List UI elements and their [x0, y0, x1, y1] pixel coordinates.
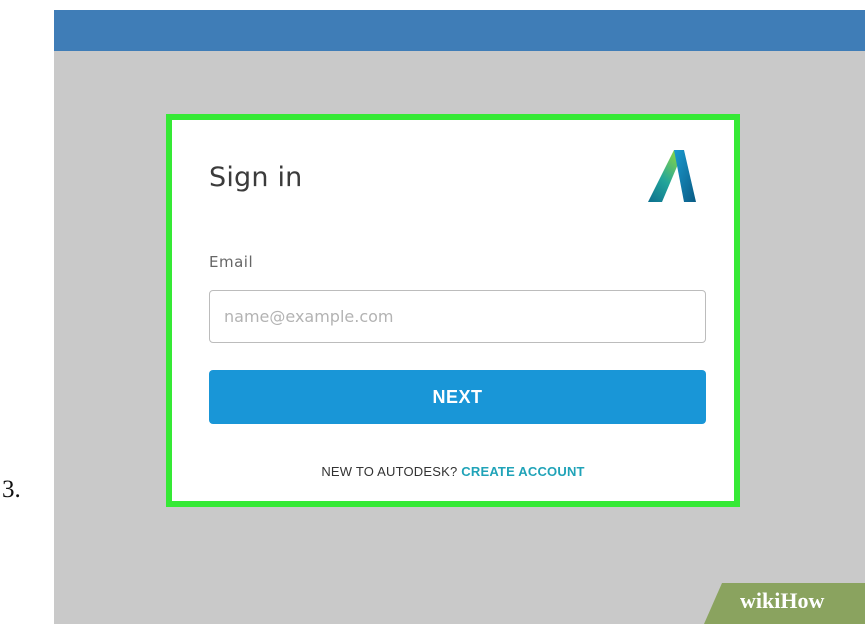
next-button[interactable]: NEXT	[209, 370, 706, 424]
watermark-logo: wikiHow	[740, 590, 824, 612]
signup-prompt: NEW TO AUTODESK?	[321, 464, 458, 479]
watermark-how: How	[780, 588, 825, 613]
wikihow-watermark: wikiHow	[704, 583, 865, 624]
step-number: 3.	[2, 476, 21, 503]
stage: 3. Sign in Email name@example.com NEXT N…	[0, 0, 865, 624]
create-account-link[interactable]: CREATE ACCOUNT	[461, 464, 584, 479]
email-input[interactable]	[209, 290, 706, 343]
top-bar	[54, 10, 865, 51]
email-label: Email	[209, 253, 254, 271]
signin-card: Sign in Email name@example.com NEXT NEW …	[166, 114, 740, 507]
signup-row: NEW TO AUTODESK? CREATE ACCOUNT	[172, 464, 734, 479]
autodesk-logo-icon	[648, 150, 696, 202]
watermark-wiki: wiki	[740, 588, 781, 613]
browser-screen: Sign in Email name@example.com NEXT NEW …	[54, 10, 865, 624]
signin-title: Sign in	[209, 162, 303, 193]
